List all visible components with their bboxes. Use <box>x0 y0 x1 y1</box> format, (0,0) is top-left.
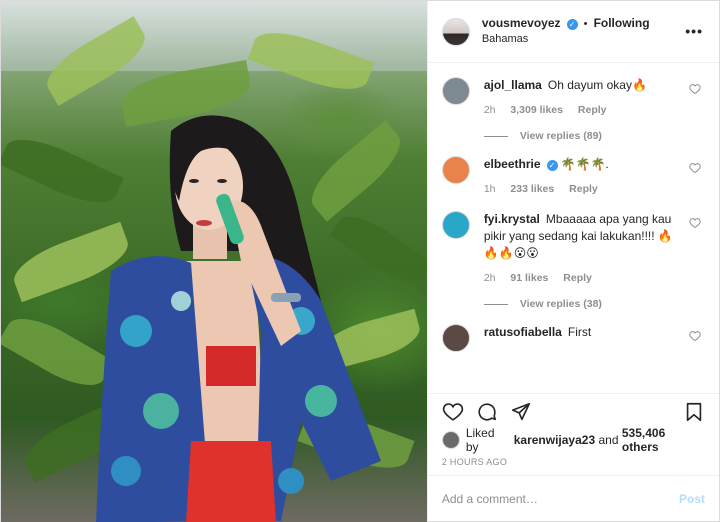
post-timestamp[interactable]: 2 HOURS AGO <box>428 451 719 475</box>
reply-button[interactable]: Reply <box>578 104 607 116</box>
view-replies-label: View replies (89) <box>519 130 602 142</box>
post-header: vousmevoyez ✓ • Following Bahamas ••• <box>427 1 719 63</box>
comment-input[interactable] <box>441 491 679 506</box>
post-location[interactable]: Bahamas <box>482 32 650 47</box>
comment-meta: 1h 233 likes Reply <box>484 181 681 197</box>
view-replies-button[interactable]: View replies (38) <box>483 298 705 310</box>
comment-like-icon[interactable] <box>689 330 701 342</box>
comment-username[interactable]: ratusofiabella <box>484 325 562 339</box>
post-comment-button[interactable]: Post <box>679 492 705 506</box>
liked-by-label: Liked by <box>465 426 495 454</box>
instagram-post-modal: vousmevoyez ✓ • Following Bahamas ••• aj… <box>0 0 720 522</box>
comment-text: 🌴🌴🌴. <box>560 157 609 171</box>
author-username[interactable]: vousmevoyez <box>482 16 561 30</box>
comment-username[interactable]: elbeethrie <box>484 157 541 171</box>
comment-avatar[interactable] <box>441 324 470 352</box>
comment-item: fyi.krystal Mbaaaaa apa yang kau pikir y… <box>441 211 705 286</box>
likes-and-label: and <box>598 433 619 447</box>
comment-item: elbeethrie ✓ 🌴🌴🌴. 1h 233 likes Reply <box>441 156 705 197</box>
paper-plane-icon[interactable] <box>510 401 532 423</box>
comment-meta: 2h 91 likes Reply <box>484 270 681 286</box>
separator-dot: • <box>583 18 588 30</box>
comments-list[interactable]: ajol_llama Oh dayum okay🔥 2h 3,309 likes… <box>428 63 719 393</box>
post-photo[interactable] <box>1 1 427 522</box>
comment-text: First <box>567 325 592 339</box>
likes-summary: Liked by karenwijaya23 and 535,406 other… <box>428 426 719 454</box>
comment-avatar[interactable] <box>441 156 470 184</box>
author-info: vousmevoyez ✓ • Following Bahamas <box>482 16 650 47</box>
heart-outline-icon[interactable] <box>442 401 464 423</box>
comment-item: ratusofiabella First <box>441 324 705 352</box>
replies-line <box>483 303 508 305</box>
comment-icon[interactable] <box>476 401 498 423</box>
bookmark-icon[interactable] <box>683 401 705 423</box>
comment-item: ajol_llama Oh dayum okay🔥 2h 3,309 likes… <box>441 77 705 118</box>
comment-avatar[interactable] <box>441 77 470 105</box>
view-replies-button[interactable]: View replies (89) <box>483 130 705 142</box>
comment-like-icon[interactable] <box>689 217 701 229</box>
person-figure <box>96 115 381 522</box>
comment-likes[interactable]: 3,309 likes <box>510 104 563 116</box>
replies-line <box>483 135 508 137</box>
likes-count[interactable]: 535,406 others <box>622 426 705 454</box>
comment-time[interactable]: 2h <box>484 104 496 116</box>
comment-time[interactable]: 2h <box>484 272 496 284</box>
following-button[interactable]: Following <box>594 16 650 30</box>
add-comment-bar: Post <box>427 475 719 521</box>
comment-username[interactable]: fyi.krystal <box>484 212 540 226</box>
post-side-panel: vousmevoyez ✓ • Following Bahamas ••• aj… <box>426 1 719 521</box>
comment-likes[interactable]: 91 likes <box>510 272 548 284</box>
liker-username[interactable]: karenwijaya23 <box>514 433 595 447</box>
post-actions-bar <box>427 393 719 429</box>
view-replies-label: View replies (38) <box>519 298 602 310</box>
author-avatar[interactable] <box>441 17 470 46</box>
comment-like-icon[interactable] <box>689 162 701 174</box>
verified-badge-icon: ✓ <box>546 160 558 171</box>
more-options-icon[interactable]: ••• <box>685 23 703 39</box>
verified-badge-icon: ✓ <box>566 19 578 30</box>
comment-like-icon[interactable] <box>689 83 701 95</box>
comment-text: Oh dayum okay🔥 <box>547 78 647 92</box>
comment-time[interactable]: 1h <box>484 183 496 195</box>
comment-username[interactable]: ajol_llama <box>484 78 542 92</box>
comment-avatar[interactable] <box>441 211 470 239</box>
reply-button[interactable]: Reply <box>563 272 592 284</box>
reply-button[interactable]: Reply <box>569 183 598 195</box>
comment-likes[interactable]: 233 likes <box>510 183 554 195</box>
liker-avatar[interactable] <box>441 431 460 449</box>
comment-meta: 2h 3,309 likes Reply <box>484 102 681 118</box>
